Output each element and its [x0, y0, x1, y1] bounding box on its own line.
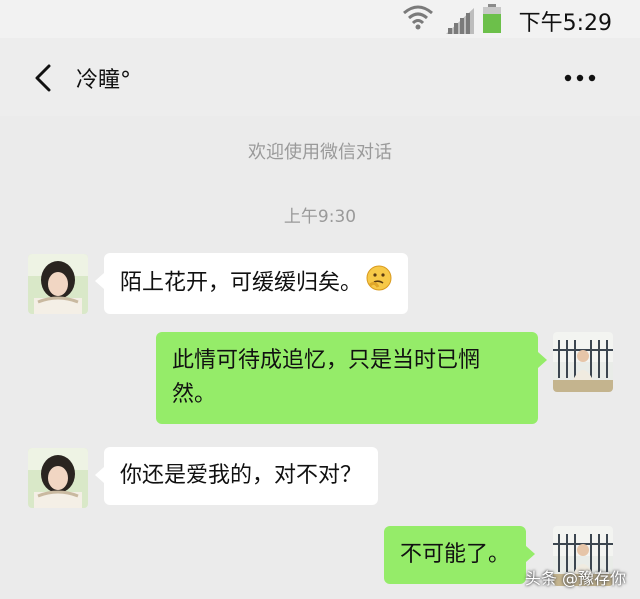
signal-icon — [446, 8, 474, 34]
message-bubble-received[interactable]: 你还是爱我的，对不对？ — [94, 447, 379, 505]
wifi-icon — [403, 5, 433, 30]
status-time: 下午5:29 — [518, 11, 612, 36]
battery-icon — [483, 4, 501, 33]
time-divider: 上午9:30 — [283, 207, 357, 227]
message-text: 不可能了。 — [400, 542, 511, 567]
thinking-face-icon — [366, 265, 392, 302]
chat-title: 冷瞳° — [76, 68, 132, 93]
message-bubble-sent[interactable]: 不可能了。 — [384, 526, 536, 584]
message-text: 此情可待成追忆，只是当时已惘然。 — [172, 348, 481, 407]
message-text: 陌上花开，可缓缓归矣。 — [120, 270, 363, 296]
welcome-message: 欢迎使用微信对话 — [248, 142, 392, 163]
watermark: 头条 @豫存你 — [524, 569, 626, 588]
status-bar: 下午5:29 — [0, 0, 640, 38]
chat-header: 冷瞳° — [0, 38, 640, 116]
my-avatar[interactable] — [553, 332, 613, 392]
message-bubble-received[interactable]: 陌上花开，可缓缓归矣。 — [94, 253, 409, 314]
more-dots-icon[interactable] — [564, 74, 596, 82]
chevron-left-icon[interactable] — [34, 64, 52, 92]
contact-avatar[interactable] — [28, 448, 88, 508]
message-bubble-sent[interactable]: 此情可待成追忆，只是当时已惘然。 — [156, 332, 547, 424]
message-text: 你还是爱我的，对不对？ — [120, 463, 363, 488]
contact-avatar[interactable] — [28, 254, 88, 314]
